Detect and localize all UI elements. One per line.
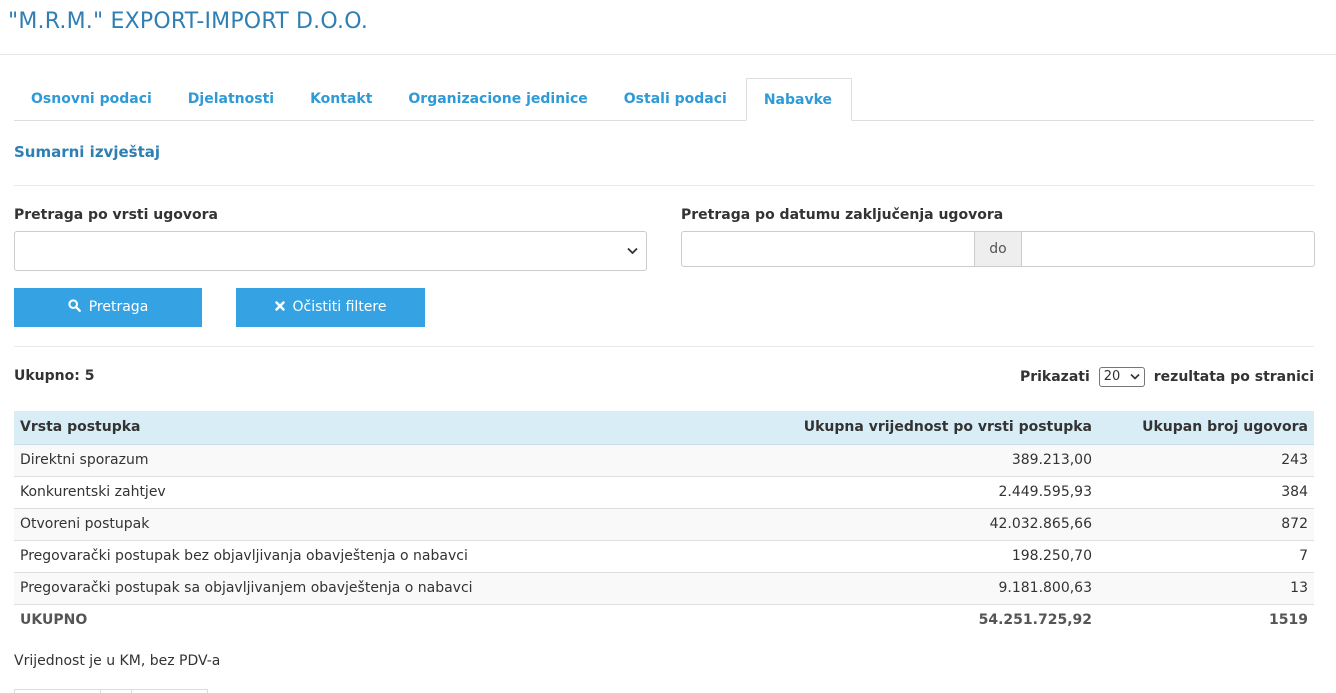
company-title: "M.R.M." EXPORT-IMPORT D.O.O. [8,9,369,34]
contract-type-label: Pretraga po vrsti ugovora [14,207,218,223]
clear-filters-button[interactable]: Očistiti filtere [236,288,425,327]
cell-type: Pregovarački postupak sa objavljivanjem … [14,571,614,604]
cell-type: Direktni sporazum [14,443,614,476]
date-range-group: do [681,231,1315,267]
page-size-value: 20 [1103,369,1121,384]
column-header-value: Ukupna vrijednost po vrsti postupka [614,411,1098,445]
cell-value: 9.181.800,63 [614,571,1098,604]
cell-value: 42.032.865,66 [614,507,1098,540]
total-count: Ukupno: 5 [14,368,95,384]
contract-type-select[interactable] [14,231,647,271]
tab-djelatnosti[interactable]: Djelatnosti [171,78,293,121]
tab-bar: Osnovni podaci Djelatnosti Kontakt Organ… [14,78,1314,121]
column-header-count: Ukupan broj ugovora [1098,411,1314,445]
tab-osnovni-podaci[interactable]: Osnovni podaci [14,78,171,121]
cell-value: 2.449.595,93 [614,475,1098,508]
tab-nabavke[interactable]: Nabavke [745,78,853,121]
date-to-input[interactable] [1021,231,1315,267]
search-button-label: Pretraga [88,299,149,315]
cell-count: 243 [1098,443,1314,476]
chevron-down-icon [1130,368,1140,386]
table-row: Direktni sporazum 389.213,00 243 [14,443,1314,476]
table-row: Otvoreni postupak 42.032.865,66 872 [14,507,1314,540]
chevron-down-icon [627,244,638,258]
search-button[interactable]: Pretraga [14,288,202,327]
divider [14,185,1314,186]
date-from-input[interactable] [681,231,975,267]
table-total-row: UKUPNO 54.251.725,92 1519 [14,603,1314,636]
total-label-cell: UKUPNO [14,603,614,636]
cell-type: Pregovarački postupak bez objavljivanja … [14,539,614,572]
show-label: Prikazati [1019,369,1090,385]
total-count-cell: 1519 [1098,603,1314,636]
total-value-cell: 54.251.725,92 [614,603,1098,636]
tab-organizacione-jedinice[interactable]: Organizacione jedinice [391,78,606,121]
cell-count: 13 [1098,571,1314,604]
company-header: "M.R.M." EXPORT-IMPORT D.O.O. [0,0,1336,55]
page-size-control: Prikazati 20 rezultata po stranici [1020,367,1314,387]
tab-ostali-podaci[interactable]: Ostali podaci [607,78,746,121]
table-row: Pregovarački postupak sa objavljivanjem … [14,571,1314,604]
pagination[interactable] [14,689,208,693]
cell-count: 384 [1098,475,1314,508]
table-row: Konkurentski zahtjev 2.449.595,93 384 [14,475,1314,508]
cell-value: 198.250,70 [614,539,1098,572]
clear-filters-label: Očistiti filtere [292,299,387,315]
cell-type: Konkurentski zahtjev [14,475,614,508]
cell-count: 7 [1098,539,1314,572]
divider [14,346,1314,347]
page-size-select[interactable]: 20 [1098,367,1145,387]
date-separator: do [975,231,1021,267]
section-title: Sumarni izvještaj [14,143,161,161]
cell-count: 872 [1098,507,1314,540]
close-icon [274,288,285,327]
search-icon [68,288,81,327]
contract-date-label: Pretraga po datumu zaključenja ugovora [681,207,1004,223]
cell-type: Otvoreni postupak [14,507,614,540]
currency-note: Vrijednost je u KM, bez PDV-a [14,653,221,669]
table-header-row: Vrsta postupka Ukupna vrijednost po vrst… [14,411,1314,445]
cell-value: 389.213,00 [614,443,1098,476]
column-header-type: Vrsta postupka [14,411,614,445]
tab-kontakt[interactable]: Kontakt [293,78,391,121]
main-content: Osnovni podaci Djelatnosti Kontakt Organ… [14,78,1315,693]
summary-table: Vrsta postupka Ukupna vrijednost po vrst… [14,411,1314,636]
table-row: Pregovarački postupak bez objavljivanja … [14,539,1314,572]
per-page-label: rezultata po stranici [1153,369,1314,385]
